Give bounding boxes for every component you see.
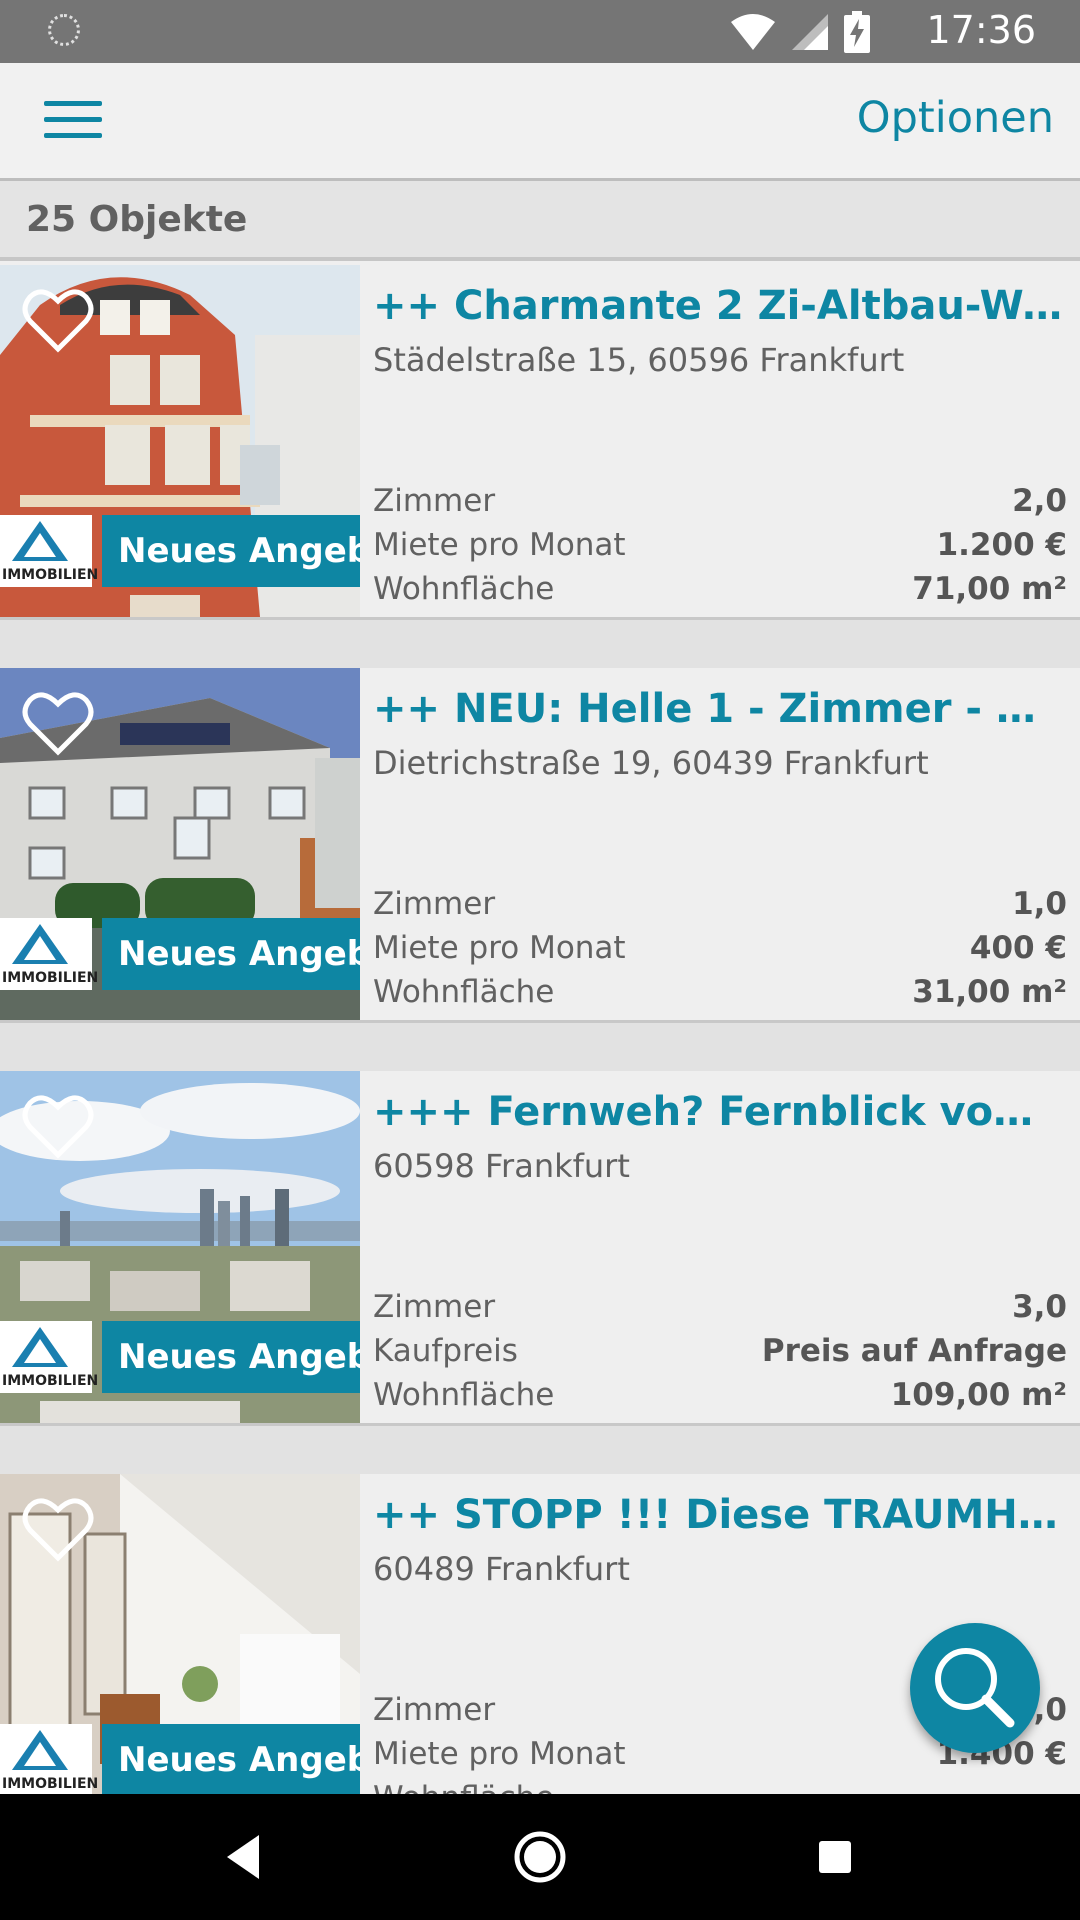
detail-row: Miete pro Monat 400 € [373,930,1067,974]
detail-row: Zimmer 1,0 [373,886,1067,930]
listing-address: 60598 Frankfurt [373,1147,630,1185]
listing-photo[interactable]: IMMOBILIEN Neues Angebot [0,265,360,617]
detail-label: Kaufpreis [373,1333,518,1369]
listing-list[interactable]: IMMOBILIEN Neues Angebot ++ Charmante 2 … [0,265,1080,1795]
card-divider [0,620,1080,668]
detail-label: Zimmer [373,886,496,922]
detail-value: 1.200 € [936,527,1067,563]
listing-card[interactable]: IMMOBILIEN Neues Angebot +++ Fernweh? Fe… [0,1071,1080,1426]
detail-label: Wohnfläche [373,1780,554,1795]
signal-icon [792,14,828,50]
new-offer-badge: IMMOBILIEN Neues Angebot [0,1321,360,1393]
detail-row: Zimmer 2,0 [373,483,1067,527]
listing-address: Städelstraße 15, 60596 Frankfurt [373,341,905,379]
listing-photo[interactable]: IMMOBILIEN Neues Angebot [0,1474,360,1795]
result-count-bar: 25 Objekte [0,181,1080,261]
result-count: 25 Objekte [26,199,248,240]
detail-value: 2,0 [1012,483,1067,519]
agency-logo: IMMOBILIEN [0,1724,98,1795]
detail-label: Wohnfläche [373,571,555,607]
battery-charging-icon [844,11,870,53]
heart-outline-icon[interactable] [22,1496,94,1562]
agency-logo: IMMOBILIEN [0,918,98,990]
status-bar: 17:36 [0,0,1080,63]
detail-value: 31,00 m² [912,974,1067,1010]
new-offer-label: Neues Angebot [102,515,360,587]
detail-label: Zimmer [373,483,496,519]
listing-title[interactable]: +++ Fernweh? Fernblick vom 12... [373,1089,1067,1135]
detail-label: Zimmer [373,1692,496,1728]
agency-logo: IMMOBILIEN [0,515,98,587]
detail-row: Kaufpreis Preis auf Anfrage [373,1333,1067,1377]
card-divider [0,1023,1080,1071]
status-icons [730,10,870,54]
heart-outline-icon[interactable] [22,690,94,756]
new-offer-label: Neues Angebot [102,1321,360,1393]
detail-label: Miete pro Monat [373,1736,626,1772]
detail-value: Preis auf Anfrage [761,1333,1067,1369]
listing-card[interactable]: IMMOBILIEN Neues Angebot ++ NEU: Helle 1… [0,668,1080,1023]
navigation-bar [0,1794,1080,1920]
detail-value: 71,00 m² [912,571,1067,607]
listing-address: Dietrichstraße 19, 60439 Frankfurt [373,744,929,782]
detail-label: Zimmer [373,1289,496,1325]
app-bar: Optionen [0,63,1080,181]
status-time: 17:36 [926,8,1036,52]
detail-value: 109,00 m² [890,1377,1067,1413]
listing-info[interactable]: +++ Fernweh? Fernblick vom 12... 60598 F… [373,1071,1067,1423]
detail-label: Wohnfläche [373,1377,555,1413]
notification-icon [48,14,80,46]
hamburger-menu-icon[interactable] [44,101,104,141]
listing-address: 60489 Frankfurt [373,1550,630,1588]
new-offer-label: Neues Angebot [102,918,360,990]
listing-title[interactable]: ++ NEU: Helle 1 - Zimmer - Woh... [373,686,1067,732]
new-offer-badge: IMMOBILIEN Neues Angebot [0,918,360,990]
listing-info[interactable]: ++ NEU: Helle 1 - Zimmer - Woh... Dietri… [373,668,1067,1020]
detail-value: 3,0 [1012,1289,1067,1325]
detail-label: Wohnfläche [373,974,555,1010]
new-offer-badge: IMMOBILIEN Neues Angebot [0,1724,360,1795]
home-circle-icon[interactable] [510,1827,570,1887]
back-triangle-icon[interactable] [215,1827,275,1887]
detail-row: Wohnfläche 109,00 m² [373,1377,1067,1421]
search-icon [935,1648,1015,1728]
new-offer-badge: IMMOBILIEN Neues Angebot [0,515,360,587]
detail-row: Wohnfläche [373,1780,1067,1795]
listing-info[interactable]: ++ Charmante 2 Zi-Altbau-Woh... Städelst… [373,265,1067,617]
listing-photo[interactable]: IMMOBILIEN Neues Angebot [0,1071,360,1423]
detail-value: 400 € [969,930,1067,966]
search-button[interactable] [910,1623,1040,1753]
card-divider [0,1426,1080,1474]
detail-label: Miete pro Monat [373,930,626,966]
heart-outline-icon[interactable] [22,1093,94,1159]
detail-row: Miete pro Monat 1.200 € [373,527,1067,571]
detail-row: Zimmer 3,0 [373,1289,1067,1333]
heart-outline-icon[interactable] [22,287,94,353]
listing-title[interactable]: ++ STOPP !!! Diese TRAUMHAFT... [373,1492,1067,1538]
listing-card[interactable]: IMMOBILIEN Neues Angebot ++ Charmante 2 … [0,265,1080,620]
detail-row: Wohnfläche 71,00 m² [373,571,1067,615]
detail-label: Miete pro Monat [373,527,626,563]
wifi-icon [731,14,775,50]
new-offer-label: Neues Angebot [102,1724,360,1795]
options-button[interactable]: Optionen [857,93,1054,143]
listing-title[interactable]: ++ Charmante 2 Zi-Altbau-Woh... [373,283,1067,329]
detail-row: Wohnfläche 31,00 m² [373,974,1067,1018]
listing-photo[interactable]: IMMOBILIEN Neues Angebot [0,668,360,1020]
recents-square-icon[interactable] [805,1827,865,1887]
agency-logo: IMMOBILIEN [0,1321,98,1393]
detail-value: 1,0 [1012,886,1067,922]
